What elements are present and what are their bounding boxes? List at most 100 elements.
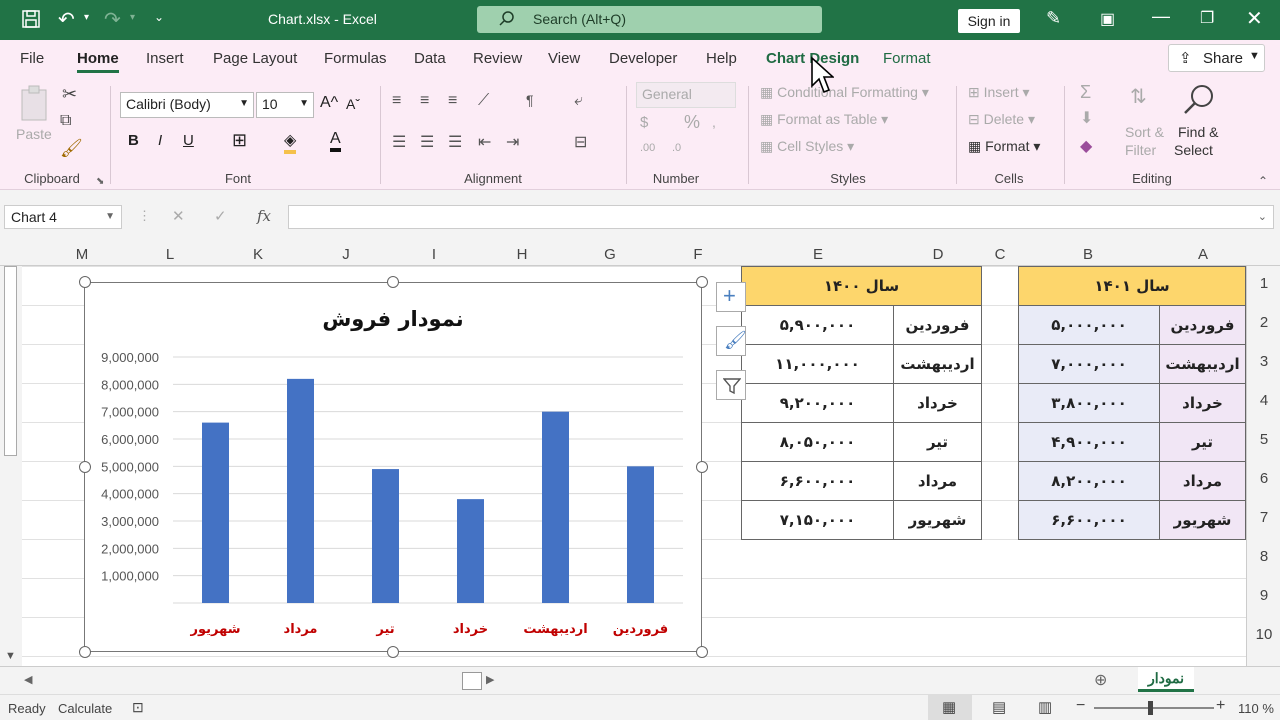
table-cell[interactable]: مرداد: [893, 461, 982, 501]
scroll-thumb[interactable]: [4, 266, 17, 456]
table-cell[interactable]: تیر: [1159, 422, 1246, 462]
chart-bar[interactable]: [627, 466, 654, 603]
find-select-icon[interactable]: [1180, 82, 1216, 118]
chart-elements-button[interactable]: +: [716, 282, 746, 312]
copy-icon[interactable]: ⧉: [60, 112, 71, 130]
normal-view-icon[interactable]: ▦: [942, 698, 956, 716]
align-bottom-icon[interactable]: ≡: [448, 92, 457, 110]
chart-title[interactable]: نمودار فروش: [322, 307, 463, 331]
search-box[interactable]: Search (Alt+Q): [477, 6, 822, 33]
font-name-dropdown[interactable]: Calibri (Body) ▼: [120, 92, 254, 118]
scroll-down-icon[interactable]: ▼: [5, 650, 16, 662]
select-label[interactable]: Select: [1174, 142, 1213, 158]
scroll-left-icon[interactable]: ◀: [24, 673, 32, 686]
expand-formula-icon[interactable]: ⌄: [1258, 210, 1267, 223]
table-cell[interactable]: ۹,۲۰۰,۰۰۰: [741, 383, 894, 423]
sign-in-button[interactable]: Sign in: [958, 9, 1020, 33]
column-header[interactable]: J: [324, 246, 368, 263]
share-button[interactable]: ⇪ Share ▼: [1168, 44, 1265, 72]
row-header[interactable]: 5: [1247, 431, 1280, 448]
table-cell[interactable]: شهریور: [893, 500, 982, 540]
resize-handle[interactable]: [696, 646, 708, 658]
table-cell[interactable]: تیر: [893, 422, 982, 462]
column-header[interactable]: K: [236, 246, 280, 263]
wrap-text-icon[interactable]: ⤶: [574, 92, 583, 110]
zoom-slider[interactable]: [1094, 707, 1214, 709]
horizontal-scroll-thumb[interactable]: [462, 672, 482, 690]
new-sheet-icon[interactable]: ⊕: [1094, 670, 1107, 690]
row-header[interactable]: 6: [1247, 470, 1280, 487]
font-size-dropdown[interactable]: 10 ▼: [256, 92, 314, 118]
ribbon-display-icon[interactable]: ▣: [1100, 9, 1115, 29]
table-cell[interactable]: اردیبهشت: [893, 344, 982, 384]
align-left-icon[interactable]: ☰: [392, 132, 406, 152]
table-cell[interactable]: ۴,۹۰۰,۰۰۰: [1018, 422, 1160, 462]
column-header[interactable]: L: [148, 246, 192, 263]
tab-formulas[interactable]: Formulas: [324, 50, 387, 67]
row-header[interactable]: 2: [1247, 314, 1280, 331]
table-cell[interactable]: خرداد: [1159, 383, 1246, 423]
pen-icon[interactable]: ✎: [1046, 8, 1061, 29]
rtl-icon[interactable]: ¶: [526, 92, 534, 108]
table-cell[interactable]: اردیبهشت: [1159, 344, 1246, 384]
row-header[interactable]: 3: [1247, 353, 1280, 370]
tab-developer[interactable]: Developer: [609, 50, 677, 67]
table-cell[interactable]: ۷,۰۰۰,۰۰۰: [1018, 344, 1160, 384]
table-1401-header[interactable]: سال ۱۴۰۱: [1018, 266, 1246, 306]
row-header[interactable]: 4: [1247, 392, 1280, 409]
align-center-icon[interactable]: ☰: [420, 132, 434, 152]
scroll-right-icon[interactable]: ▶: [486, 673, 494, 686]
resize-handle[interactable]: [387, 276, 399, 288]
tab-review[interactable]: Review: [473, 50, 522, 67]
table-cell[interactable]: ۳,۸۰۰,۰۰۰: [1018, 383, 1160, 423]
insert-function-icon[interactable]: fx: [257, 207, 271, 225]
underline-icon[interactable]: U: [183, 132, 194, 149]
tab-format[interactable]: Format: [883, 50, 931, 67]
zoom-out-icon[interactable]: −: [1076, 697, 1085, 715]
find-label[interactable]: Find &: [1178, 124, 1218, 140]
table-1400-header[interactable]: سال ۱۴۰۰: [741, 266, 982, 306]
table-cell[interactable]: خرداد: [893, 383, 982, 423]
table-cell[interactable]: ۵,۰۰۰,۰۰۰: [1018, 305, 1160, 345]
column-header[interactable]: M: [60, 246, 104, 263]
chart-bar[interactable]: [202, 422, 229, 603]
column-header[interactable]: H: [500, 246, 544, 263]
font-color-icon[interactable]: A: [330, 130, 341, 152]
align-middle-icon[interactable]: ≡: [420, 92, 429, 110]
tab-page-layout[interactable]: Page Layout: [213, 50, 297, 67]
align-right-icon[interactable]: ☰: [448, 132, 462, 152]
page-layout-view-icon[interactable]: ▤: [992, 698, 1006, 716]
undo-icon[interactable]: ↶: [58, 7, 75, 32]
merge-center-icon[interactable]: ⊟: [574, 132, 587, 152]
chart-bar[interactable]: [287, 378, 314, 603]
bold-icon[interactable]: B: [128, 132, 139, 149]
sheet-tab[interactable]: نمودار: [1138, 667, 1194, 692]
format-cells-button[interactable]: ▦ Format ▾: [968, 138, 1040, 155]
italic-icon[interactable]: I: [158, 132, 162, 149]
row-header[interactable]: 8: [1247, 548, 1280, 565]
chart-bar[interactable]: [457, 499, 484, 603]
resize-handle[interactable]: [79, 461, 91, 473]
table-cell[interactable]: مرداد: [1159, 461, 1246, 501]
chart[interactable]: نمودار فروش 1,000,000 2,000,000 3,000,000 4…: [84, 282, 702, 652]
chart-styles-button[interactable]: 🖌: [716, 326, 747, 356]
column-header[interactable]: D: [916, 246, 960, 263]
status-calculate[interactable]: Calculate: [58, 701, 112, 716]
clear-icon[interactable]: ◆: [1080, 136, 1092, 156]
tab-file[interactable]: File: [20, 50, 44, 67]
horizontal-scroll-track[interactable]: [40, 675, 460, 687]
undo-dropdown-icon[interactable]: ▾: [84, 12, 89, 23]
dialog-launcher-icon[interactable]: ⬊: [96, 176, 104, 187]
align-top-icon[interactable]: ≡: [392, 92, 401, 110]
increase-indent-icon[interactable]: ⇥: [506, 132, 519, 152]
zoom-slider-thumb[interactable]: [1148, 701, 1153, 715]
column-header[interactable]: A: [1181, 246, 1225, 263]
row-header[interactable]: 1: [1247, 275, 1280, 292]
table-cell[interactable]: ۵,۹۰۰,۰۰۰: [741, 305, 894, 345]
borders-icon[interactable]: ⊞: [232, 130, 247, 151]
formula-input[interactable]: ⌄: [288, 205, 1274, 229]
page-break-view-icon[interactable]: ▥: [1038, 698, 1052, 716]
tab-data[interactable]: Data: [414, 50, 446, 67]
cut-icon[interactable]: ✂: [62, 84, 77, 105]
resize-handle[interactable]: [79, 276, 91, 288]
